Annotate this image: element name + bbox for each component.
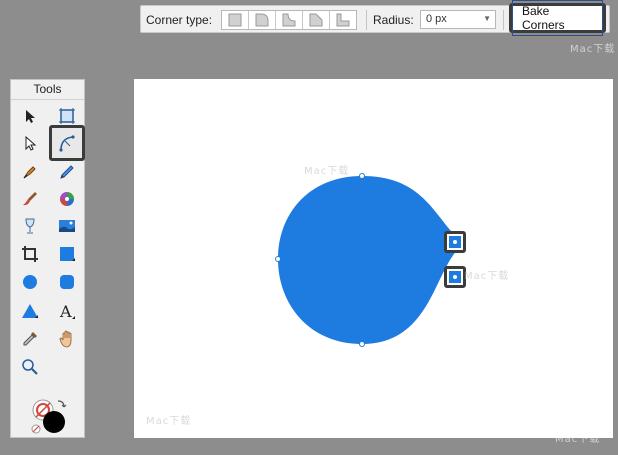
corner-square-button[interactable] (222, 11, 249, 29)
glass-fill-icon (25, 218, 35, 234)
corner-square-icon (228, 13, 242, 27)
toolbar-separator (366, 10, 367, 30)
color-swatches (30, 397, 70, 435)
paint-brush-tool[interactable] (18, 187, 42, 211)
pointer-tool[interactable] (18, 104, 42, 128)
shape-node[interactable] (275, 256, 281, 262)
color-wheel-icon (60, 192, 74, 206)
node-pointer-icon (25, 135, 37, 151)
fill-stroke-swatch-icon[interactable] (30, 397, 70, 435)
shape-node[interactable] (359, 173, 365, 179)
pencil-tool[interactable] (55, 160, 79, 184)
tools-panel-title: Tools (11, 80, 84, 100)
corner-node-top (449, 236, 461, 248)
color-picker-tool[interactable] (55, 187, 79, 211)
pen-icon (23, 166, 36, 179)
corner-node-handle-bottom[interactable] (444, 266, 466, 288)
corner-inset-icon (336, 13, 350, 27)
pen-tool[interactable] (18, 160, 42, 184)
pointer-icon (26, 110, 35, 123)
corner-chamfer-icon (309, 13, 323, 27)
corner-rounded-icon (255, 13, 269, 27)
rectangle-tool[interactable] (55, 242, 79, 266)
corner-node-handle-top[interactable] (444, 231, 466, 253)
triangle-icon (22, 304, 38, 318)
ellipse-icon (23, 275, 37, 289)
radius-value: 0 px (426, 13, 447, 25)
blob-shape[interactable] (278, 176, 464, 344)
rounded-rectangle-tool[interactable] (55, 270, 79, 294)
pipette-tool[interactable] (18, 327, 42, 351)
corner-concave-icon (282, 13, 296, 27)
landscape-image-icon (59, 220, 75, 232)
radius-label: Radius: (373, 13, 414, 27)
corner-node-bottom (449, 271, 461, 283)
crop-tool[interactable] (18, 242, 42, 266)
watermark: Mac下载 (570, 44, 616, 55)
radius-dropdown[interactable]: 0 px ▼ (420, 10, 496, 29)
corner-type-label: Corner type: (146, 13, 213, 27)
image-fill-tool[interactable] (55, 214, 79, 238)
svg-text:A: A (59, 302, 72, 320)
text-icon: A (59, 302, 75, 320)
text-tool[interactable]: A (55, 299, 79, 323)
zoom-icon (22, 359, 38, 375)
triangle-tool[interactable] (18, 299, 42, 323)
bake-corners-button[interactable]: Bake Corners (509, 0, 606, 36)
bake-corners-label: Bake Corners (512, 0, 603, 36)
corner-concave-button[interactable] (276, 11, 303, 29)
shape-node[interactable] (359, 341, 365, 347)
corner-type-group (221, 10, 357, 30)
hand-tool[interactable] (55, 327, 79, 351)
rounded-rectangle-icon (60, 275, 74, 289)
hand-icon (59, 330, 72, 348)
canvas[interactable]: Mac下载 Mac下载 Mac下载 (134, 79, 613, 438)
pipette-icon (23, 332, 37, 346)
tools-panel: Tools A (10, 79, 85, 438)
chevron-down-icon: ▼ (483, 14, 491, 23)
corner-inset-button[interactable] (330, 11, 356, 29)
node-tool[interactable] (18, 131, 42, 155)
canvas-drawing (275, 173, 464, 347)
paint-brush-icon (23, 192, 37, 206)
ellipse-tool[interactable] (18, 270, 42, 294)
corner-chamfer-button[interactable] (303, 11, 330, 29)
corner-tool[interactable] (49, 125, 85, 161)
fill-tool[interactable] (18, 214, 42, 238)
context-toolbar: Corner type: Radius: 0 px ▼ Bake Corners (140, 0, 610, 36)
pencil-icon (60, 165, 74, 179)
rectangle-icon (60, 247, 75, 261)
crop-frame-icon (59, 108, 75, 124)
toolbar-separator (503, 10, 504, 30)
crop-icon (22, 246, 38, 262)
zoom-tool[interactable] (18, 355, 42, 379)
corner-tool-icon (59, 135, 75, 152)
corner-rounded-button[interactable] (249, 11, 276, 29)
